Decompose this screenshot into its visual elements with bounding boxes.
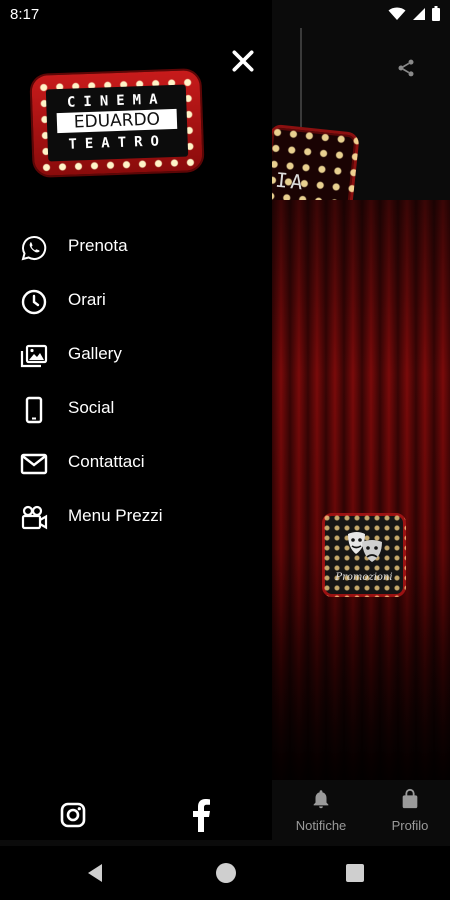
status-icons	[388, 6, 440, 21]
menu-item-contattaci[interactable]: Contattaci	[0, 438, 272, 492]
video-camera-icon	[21, 505, 48, 530]
recent-apps-button[interactable]	[346, 864, 364, 882]
menu-item-menu-prezzi[interactable]: Menu Prezzi	[0, 492, 272, 546]
gallery-icon	[20, 344, 48, 368]
menu-item-label: Contattaci	[68, 452, 145, 471]
instagram-icon[interactable]	[60, 802, 86, 828]
status-bar: 8:17	[0, 0, 450, 30]
tab-notifiche[interactable]: Notifiche	[281, 788, 361, 840]
logo-inner: CINEMA EDUARDO TEATRO	[45, 84, 189, 162]
wifi-icon	[388, 7, 406, 20]
menu-item-label: Prenota	[68, 236, 128, 255]
back-icon[interactable]	[86, 863, 104, 883]
stage-curtain	[272, 200, 450, 780]
share-icon[interactable]	[396, 58, 416, 78]
promozioni-button[interactable]: Promozioni	[322, 513, 406, 597]
home-button[interactable]	[216, 863, 236, 883]
drawer-menu: Prenota Orari Gallery Social Contattaci …	[0, 222, 272, 546]
menu-item-social[interactable]: Social	[0, 384, 272, 438]
menu-item-label: Gallery	[68, 344, 122, 363]
menu-item-gallery[interactable]: Gallery	[0, 330, 272, 384]
tab-notifiche-label: Notifiche	[295, 818, 347, 833]
tab-profilo-label: Profilo	[391, 818, 429, 833]
menu-item-label: Menu Prezzi	[68, 506, 163, 525]
status-time: 8:17	[10, 6, 40, 23]
close-icon[interactable]	[230, 48, 256, 74]
facebook-icon[interactable]	[190, 798, 212, 832]
battery-icon	[432, 6, 440, 21]
menu-item-label: Social	[68, 398, 115, 417]
promozioni-label: Promozioni	[335, 572, 393, 583]
clock-icon	[21, 289, 47, 315]
tab-profilo[interactable]: Profilo	[370, 788, 450, 840]
lock-icon	[402, 788, 418, 809]
menu-item-label: Orari	[68, 290, 106, 309]
hanging-wire	[300, 28, 302, 128]
menu-item-prenota[interactable]: Prenota	[0, 222, 272, 276]
drawer-social-footer	[0, 790, 272, 840]
logo-teatro-text: TEATRO	[68, 133, 168, 153]
signal-icon	[413, 7, 425, 20]
system-navigation-bar	[0, 846, 450, 900]
menu-item-orari[interactable]: Orari	[0, 276, 272, 330]
smartphone-icon	[25, 396, 43, 424]
mail-icon	[20, 453, 48, 475]
whatsapp-icon	[21, 235, 47, 261]
bell-icon	[313, 790, 329, 809]
navigation-drawer: CINEMA EDUARDO TEATRO Prenota Orari Gall…	[0, 0, 272, 840]
cinema-eduardo-logo: CINEMA EDUARDO TEATRO	[31, 70, 203, 176]
theater-masks-icon	[348, 532, 382, 562]
logo-eduardo-text: EDUARDO	[56, 108, 178, 134]
